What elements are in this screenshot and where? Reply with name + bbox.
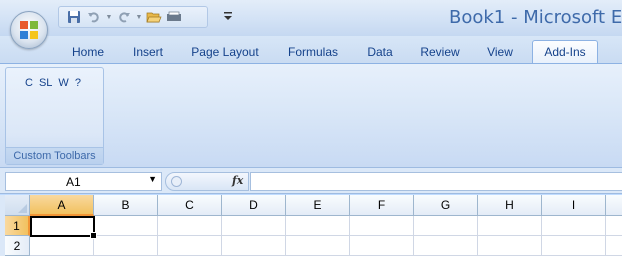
worksheet-grid: A B C D E F G H I 1 2: [0, 195, 622, 256]
tab-data[interactable]: Data: [362, 42, 398, 64]
cell[interactable]: [542, 216, 606, 236]
cell[interactable]: [286, 216, 350, 236]
name-box[interactable]: A1 ▼: [5, 172, 162, 191]
custom-toolbar-items: C SL W ?: [25, 77, 81, 89]
custom-toolbars-group: C SL W ? Custom Toolbars: [5, 67, 104, 165]
column-header-a[interactable]: A: [30, 195, 94, 216]
column-header-g[interactable]: G: [414, 195, 478, 216]
cell[interactable]: [414, 236, 478, 256]
print-preview-icon[interactable]: [165, 8, 183, 26]
cell[interactable]: [222, 236, 286, 256]
cell[interactable]: [94, 216, 158, 236]
toolbar-item-help[interactable]: ?: [75, 77, 81, 89]
cell[interactable]: [350, 236, 414, 256]
column-header-partial[interactable]: [606, 195, 622, 216]
function-area: fx: [165, 172, 249, 191]
cell[interactable]: [606, 236, 622, 256]
column-header-h[interactable]: H: [478, 195, 542, 216]
row-header-1[interactable]: 1: [5, 216, 30, 236]
tab-add-ins[interactable]: Add-Ins: [532, 40, 598, 65]
tab-view[interactable]: View: [482, 42, 518, 64]
cell[interactable]: [222, 216, 286, 236]
office-button[interactable]: [10, 11, 48, 49]
toolbar-item-sl[interactable]: SL: [39, 77, 52, 89]
tab-review[interactable]: Review: [414, 42, 466, 64]
tab-home[interactable]: Home: [64, 42, 112, 64]
row-header-2[interactable]: 2: [5, 236, 30, 256]
cell[interactable]: [478, 216, 542, 236]
formula-input[interactable]: [250, 172, 622, 191]
column-header-d[interactable]: D: [222, 195, 286, 216]
formula-bar: A1 ▼ fx: [0, 168, 622, 194]
column-header-c[interactable]: C: [158, 195, 222, 216]
cell[interactable]: [478, 236, 542, 256]
ribbon: C SL W ? Custom Toolbars: [0, 63, 622, 168]
column-header-f[interactable]: F: [350, 195, 414, 216]
window-title: Book1 - Microsoft Ex: [449, 7, 622, 28]
customize-icon[interactable]: [222, 10, 234, 24]
toolbar-item-w[interactable]: W: [58, 77, 68, 89]
cell[interactable]: [158, 216, 222, 236]
title-bar: ▼ ▼ Book1 - Microsoft Ex: [0, 0, 622, 36]
quick-access-toolbar: ▼ ▼: [58, 6, 208, 28]
tab-insert[interactable]: Insert: [124, 42, 172, 64]
cell[interactable]: [414, 216, 478, 236]
ribbon-tabs: Home Insert Page Layout Formulas Data Re…: [0, 36, 622, 65]
open-icon[interactable]: [145, 8, 163, 26]
select-all-button[interactable]: [5, 195, 30, 216]
cell[interactable]: [542, 236, 606, 256]
name-box-value: A1: [66, 175, 81, 189]
cell[interactable]: [286, 236, 350, 256]
column-header-e[interactable]: E: [286, 195, 350, 216]
column-header-b[interactable]: B: [94, 195, 158, 216]
resize-handle-icon[interactable]: [171, 176, 182, 187]
office-logo-icon: [20, 21, 38, 39]
toolbar-item-c[interactable]: C: [25, 77, 33, 89]
chevron-down-icon[interactable]: ▼: [148, 174, 157, 184]
cell[interactable]: [30, 236, 94, 256]
tab-formulas[interactable]: Formulas: [282, 42, 344, 64]
undo-dropdown-icon[interactable]: ▼: [105, 14, 113, 21]
cell[interactable]: [350, 216, 414, 236]
redo-icon[interactable]: [115, 8, 133, 26]
cell[interactable]: [158, 236, 222, 256]
undo-icon[interactable]: [85, 8, 103, 26]
cell[interactable]: [94, 236, 158, 256]
active-cell-a1[interactable]: [30, 216, 97, 239]
column-header-i[interactable]: I: [542, 195, 606, 216]
cell[interactable]: [606, 216, 622, 236]
group-label: Custom Toolbars: [6, 147, 103, 164]
redo-dropdown-icon[interactable]: ▼: [135, 14, 143, 21]
save-icon[interactable]: [65, 8, 83, 26]
tab-page-layout[interactable]: Page Layout: [186, 42, 264, 64]
insert-function-button[interactable]: fx: [232, 174, 243, 187]
